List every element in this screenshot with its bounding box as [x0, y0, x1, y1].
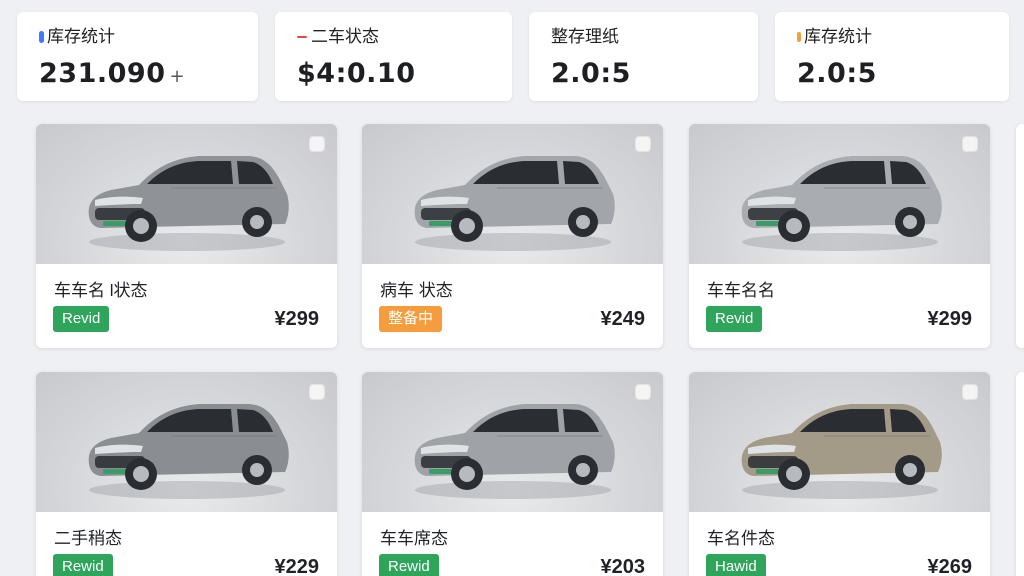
vehicle-card-partial[interactable] [1016, 372, 1024, 576]
vehicle-price: ¥249 [600, 308, 646, 330]
vehicle-card[interactable]: 病车 状态 整备中 ¥249 [362, 124, 663, 348]
vehicle-name: 二手稍态 [54, 529, 122, 548]
vehicle-photo [362, 124, 663, 264]
car-image [414, 404, 615, 499]
stat-value: 2.0:5 [797, 58, 877, 89]
stat-value-row: 2.0:5 [551, 58, 758, 89]
vehicle-price: ¥203 [600, 556, 646, 576]
stat-label-row: 二车状态 [297, 26, 512, 48]
car-image [414, 156, 615, 251]
stat-value-row: 2.0:5 [797, 58, 1009, 89]
stat-value: $4:0.10 [297, 58, 416, 89]
vehicle-name: 车车名 l状态 [54, 281, 148, 300]
vehicle-card[interactable]: 车车名名 Revid ¥299 [689, 124, 990, 348]
vehicle-name: 车车名名 [707, 281, 775, 300]
status-badge: Revid [706, 306, 763, 332]
stat-card-vehicle-status: 二车状态 $4:0.10 [275, 12, 512, 101]
vehicle-price: ¥299 [927, 308, 973, 330]
stat-label: 库存统计 [804, 27, 872, 46]
vehicle-card[interactable]: 二手稍态 Rewid ¥229 [36, 372, 337, 576]
vehicle-name: 病车 状态 [380, 281, 453, 300]
select-checkbox[interactable] [635, 384, 651, 400]
vehicle-photo [689, 124, 990, 264]
select-checkbox[interactable] [309, 384, 325, 400]
vehicle-price: ¥229 [274, 556, 320, 576]
vehicle-price: ¥269 [927, 556, 973, 576]
stat-value: 2.0:5 [551, 58, 631, 89]
stat-marker-icon [39, 31, 44, 43]
vehicle-card[interactable]: 车车席态 Rewid ¥203 [362, 372, 663, 576]
stat-suffix: + [169, 66, 186, 87]
stat-value: 231.090 [39, 58, 166, 89]
select-checkbox[interactable] [309, 136, 325, 152]
car-image [741, 404, 942, 499]
vehicle-name: 车名件态 [707, 529, 775, 548]
vehicle-photo [362, 372, 663, 512]
vehicle-photo [689, 372, 990, 512]
status-badge: Revid [53, 306, 110, 332]
vehicle-photo [36, 124, 337, 264]
status-badge: Rewid [53, 554, 113, 576]
stat-card-maintenance: 整存理纸 2.0:5 [529, 12, 758, 101]
select-checkbox[interactable] [962, 136, 978, 152]
vehicle-card[interactable]: 车名件态 Hawid ¥269 [689, 372, 990, 576]
stat-label: 整存理纸 [551, 27, 619, 46]
vehicle-card-partial[interactable] [1016, 124, 1024, 348]
stat-card-inventory-2: 库存统计 2.0:5 [775, 12, 1009, 101]
stat-label-row: 库存统计 [39, 26, 258, 48]
stat-label-row: 整存理纸 [551, 26, 758, 48]
stat-marker-icon [297, 36, 307, 38]
vehicle-name: 车车席态 [380, 529, 448, 548]
status-badge: Rewid [379, 554, 439, 576]
stat-value-row: $4:0.10 [297, 58, 512, 89]
status-badge: 整备中 [379, 306, 443, 332]
stat-label-row: 库存统计 [797, 26, 1009, 48]
car-image [88, 156, 289, 251]
stat-card-inventory: 库存统计 231.090 + [17, 12, 258, 101]
car-image [741, 156, 942, 251]
select-checkbox[interactable] [635, 136, 651, 152]
vehicle-photo [36, 372, 337, 512]
status-badge: Hawid [706, 554, 766, 576]
stat-label: 二车状态 [311, 27, 379, 46]
select-checkbox[interactable] [962, 384, 978, 400]
car-image [88, 404, 289, 499]
vehicle-price: ¥299 [274, 308, 320, 330]
stat-value-row: 231.090 + [39, 58, 258, 89]
stat-label: 库存统计 [47, 27, 115, 46]
vehicle-card[interactable]: 车车名 l状态 Revid ¥299 [36, 124, 337, 348]
stat-marker-icon [797, 32, 801, 42]
